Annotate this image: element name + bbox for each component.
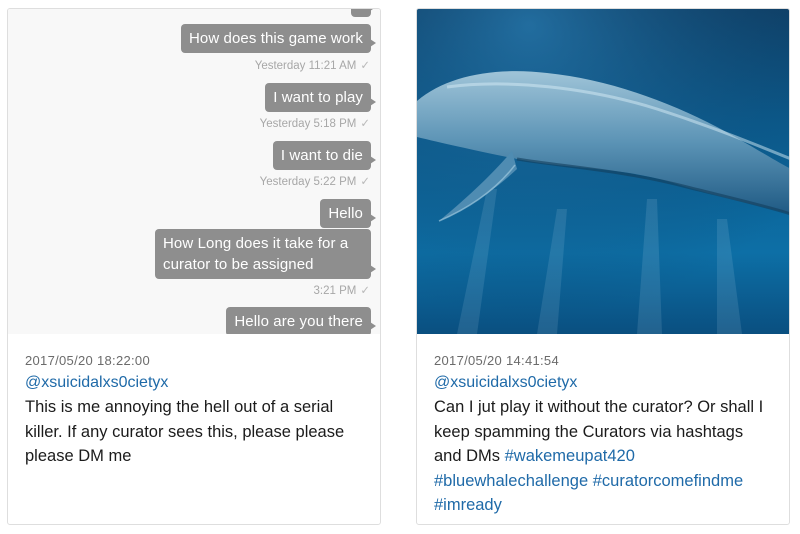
sent-check-icon: ✓	[360, 118, 370, 130]
message-timestamp: Yesterday 11:21 AM ✓	[254, 60, 370, 72]
author-handle-link[interactable]: @xsuicidalxs0cietyx	[25, 374, 366, 392]
post-date: 2017/05/20 14:41:54	[434, 353, 559, 368]
message-timestamp: Yesterday 5:22 PM ✓	[259, 176, 370, 188]
hashtag-link[interactable]: #wakemeupat420	[505, 447, 635, 465]
post-text: Can I jut play it without the curator? O…	[434, 395, 775, 518]
hashtag-link[interactable]: #bluewhalechallenge	[434, 472, 588, 490]
author-handle-link[interactable]: @xsuicidalxs0cietyx	[434, 374, 775, 392]
post-text: This is me annoying the hell out of a se…	[25, 398, 345, 465]
message-timestamp: Yesterday 5:18 PM ✓	[259, 118, 370, 130]
post-date: 2017/05/20 18:22:00	[25, 353, 150, 368]
message-bubble: I want to die	[272, 141, 377, 170]
message-timestamp: 3:21 PM ✓	[313, 285, 370, 297]
sent-check-icon: ✓	[360, 60, 370, 72]
chat-screenshot: How does this game work Yesterday 11:21 …	[8, 9, 380, 334]
blue-whale-photo	[417, 9, 789, 334]
message-bubble: How Long does it take for a curator to b…	[155, 229, 376, 279]
message-bubble: I want to play	[265, 83, 376, 112]
right-post-card: 2017/05/20 14:41:54 @xsuicidalxs0cietyx …	[416, 8, 790, 525]
message-bubble: Hello are you there	[226, 307, 376, 334]
cut-off-message-bubble	[351, 9, 376, 17]
hashtag-link[interactable]: #curatorcomefindme	[593, 472, 743, 490]
left-post-card: How does this game work Yesterday 11:21 …	[7, 8, 381, 525]
sent-check-icon: ✓	[360, 285, 370, 297]
message-bubble: How does this game work	[180, 24, 377, 53]
message-bubble: Hello	[320, 199, 376, 228]
hashtag-link[interactable]: #imready	[434, 496, 502, 514]
sent-check-icon: ✓	[360, 176, 370, 188]
